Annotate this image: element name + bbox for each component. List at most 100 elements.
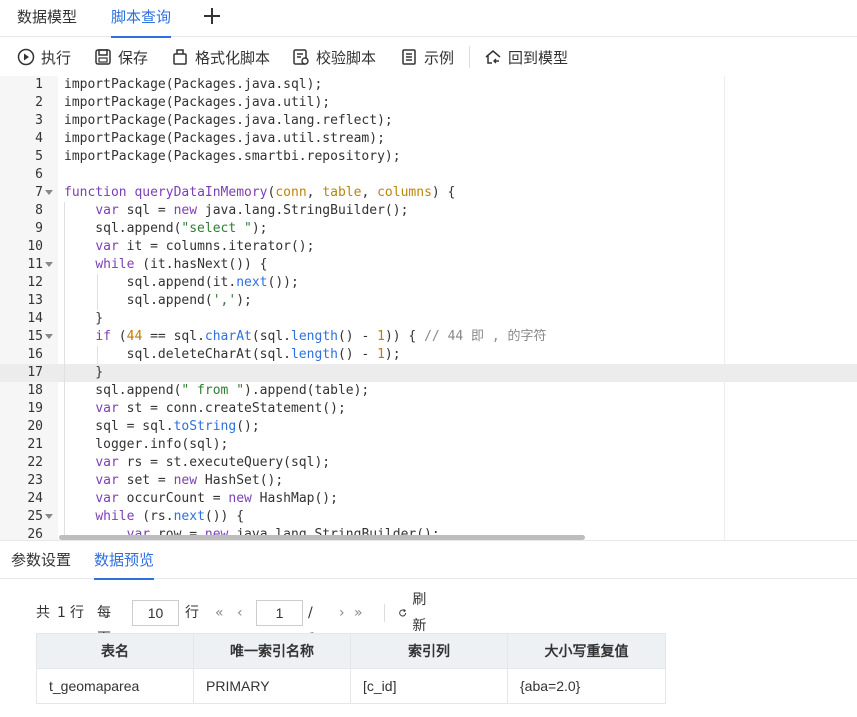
tab-bar: 数据模型 脚本查询 <box>0 0 857 38</box>
code-line[interactable]: 19 var st = conn.createStatement(); <box>0 400 857 418</box>
page-size-input[interactable] <box>132 600 179 626</box>
fold-toggle-icon[interactable] <box>45 334 53 339</box>
code-line[interactable]: 2 importPackage(Packages.java.util); <box>0 94 857 112</box>
per-page-suffix: 行 <box>185 605 199 621</box>
column-header[interactable]: 索引列 <box>350 633 508 669</box>
document-icon <box>402 49 416 65</box>
code-line[interactable]: 17 } <box>0 364 857 382</box>
code-line[interactable]: 22 var rs = st.executeQuery(sql); <box>0 454 857 472</box>
example-button[interactable]: 示例 <box>400 46 454 68</box>
code-text: importPackage(Packages.java.util); <box>64 95 331 110</box>
fold-toggle-icon[interactable] <box>45 514 53 519</box>
line-number: 9 <box>35 221 43 236</box>
line-number: 19 <box>27 401 43 416</box>
code-text: } <box>64 311 104 326</box>
code-editor[interactable]: 1 importPackage(Packages.java.sql); 2 impor… <box>0 76 857 540</box>
line-number: 7 <box>35 185 43 200</box>
code-line[interactable]: 10 var it = columns.iterator(); <box>0 238 857 256</box>
table-cell: PRIMARY <box>193 668 351 704</box>
code-text: sql.append(','); <box>64 293 252 308</box>
code-line[interactable]: 4 importPackage(Packages.java.util.stream… <box>0 130 857 148</box>
code-line[interactable]: 15 if (44 == sql.charAt(sql.length() - 1… <box>0 328 857 346</box>
current-page-input[interactable] <box>256 600 303 626</box>
run-button[interactable]: 执行 <box>17 46 71 68</box>
first-page-icon[interactable]: « <box>215 600 224 626</box>
code-text: while (rs.next()) { <box>95 509 245 524</box>
next-page-icon[interactable]: › <box>339 600 345 626</box>
line-number: 1 <box>35 77 43 92</box>
code-text: if (44 == sql.charAt(sql.length() - 1)) … <box>95 329 547 344</box>
code-line[interactable]: 7 function queryDataInMemory(conn, table,… <box>0 184 857 202</box>
code-text: sql = sql.toString(); <box>64 419 260 434</box>
code-text: var sql = new java.lang.StringBuilder(); <box>95 203 409 218</box>
code-text: importPackage(Packages.smartbi.repositor… <box>64 149 401 164</box>
validate-script-button[interactable]: 校验脚本 <box>292 46 376 68</box>
format-icon <box>173 49 187 65</box>
code-line[interactable]: 24 var occurCount = new HashMap(); <box>0 490 857 508</box>
tab-data-model[interactable]: 数据模型 <box>17 0 77 37</box>
format-script-label: 格式化脚本 <box>195 48 271 67</box>
column-header[interactable]: 唯一索引名称 <box>193 633 351 669</box>
code-line[interactable]: 16 sql.deleteCharAt(sql.length() - 1); <box>0 346 857 364</box>
code-line[interactable]: 23 var set = new HashSet(); <box>0 472 857 490</box>
code-text: var set = new HashSet(); <box>95 473 284 488</box>
line-number: 25 <box>27 509 43 524</box>
code-line[interactable]: 21 logger.info(sql); <box>0 436 857 454</box>
line-number: 6 <box>35 167 43 182</box>
tab-data-preview[interactable]: 数据预览 <box>94 541 155 580</box>
code-line[interactable]: 12 sql.append(it.next()); <box>0 274 857 292</box>
column-header[interactable]: 大小写重复值 <box>507 633 666 669</box>
format-script-button[interactable]: 格式化脚本 <box>171 46 270 68</box>
column-header[interactable]: 表名 <box>36 633 194 669</box>
last-page-icon[interactable]: » <box>354 600 363 626</box>
line-number: 3 <box>35 113 43 128</box>
line-number: 11 <box>27 257 43 272</box>
indent-guide <box>97 346 98 364</box>
plus-icon[interactable] <box>199 3 225 29</box>
code-line[interactable]: 5 importPackage(Packages.smartbi.reposito… <box>0 148 857 166</box>
code-line[interactable]: 1 importPackage(Packages.java.sql); <box>0 76 857 94</box>
line-number: 5 <box>35 149 43 164</box>
back-to-model-button[interactable]: 回到模型 <box>484 46 568 68</box>
code-text: var it = columns.iterator(); <box>95 239 315 254</box>
line-number: 4 <box>35 131 43 146</box>
code-line[interactable]: 6 <box>0 166 857 184</box>
code-text: sql.append("select "); <box>64 221 268 236</box>
refresh-label: 刷新 <box>412 592 427 634</box>
code-line[interactable]: 9 sql.append("select "); <box>0 220 857 238</box>
code-line[interactable]: 3 importPackage(Packages.java.lang.reflec… <box>0 112 857 130</box>
code-line[interactable]: 8 var sql = new java.lang.StringBuilder(… <box>0 202 857 220</box>
run-label: 执行 <box>41 48 72 67</box>
code-text: function queryDataInMemory(conn, table, … <box>64 185 456 200</box>
code-line[interactable]: 18 sql.append(" from ").append(table); <box>0 382 857 400</box>
code-line[interactable]: 25 while (rs.next()) { <box>0 508 857 526</box>
back-to-model-label: 回到模型 <box>508 48 569 67</box>
code-line[interactable]: 14 } <box>0 310 857 328</box>
save-label: 保存 <box>118 48 149 67</box>
line-number: 14 <box>27 311 43 326</box>
code-line[interactable]: 11 while (it.hasNext()) { <box>0 256 857 274</box>
code-line[interactable]: 20 sql = sql.toString(); <box>0 418 857 436</box>
line-number: 24 <box>27 491 43 506</box>
code-text: logger.info(sql); <box>64 437 229 452</box>
save-button[interactable]: 保存 <box>94 46 148 68</box>
table-row[interactable]: t_geomaparea PRIMARY [c_id] {aba=2.0} <box>36 668 666 704</box>
line-number: 10 <box>27 239 43 254</box>
code-text: } <box>64 365 104 380</box>
code-text: var occurCount = new HashMap(); <box>95 491 338 506</box>
code-line[interactable]: 13 sql.append(','); <box>0 292 857 310</box>
tab-parameter-settings[interactable]: 参数设置 <box>11 541 71 579</box>
refresh-button[interactable]: 刷新 <box>398 592 431 634</box>
table-cell: {aba=2.0} <box>507 668 666 704</box>
code-text: var st = conn.createStatement(); <box>95 401 346 416</box>
indent-guide <box>64 202 65 540</box>
example-label: 示例 <box>424 48 455 67</box>
total-suffix: 行 <box>70 605 84 621</box>
tab-script-query[interactable]: 脚本查询 <box>111 0 172 38</box>
line-number: 18 <box>27 383 43 398</box>
prev-page-icon[interactable]: ‹ <box>237 600 243 626</box>
toolbar: 执行 保存 格式化脚本 校验脚本 示例 回到模型 <box>0 38 857 76</box>
fold-toggle-icon[interactable] <box>45 190 53 195</box>
fold-toggle-icon[interactable] <box>45 262 53 267</box>
line-number: 21 <box>27 437 43 452</box>
